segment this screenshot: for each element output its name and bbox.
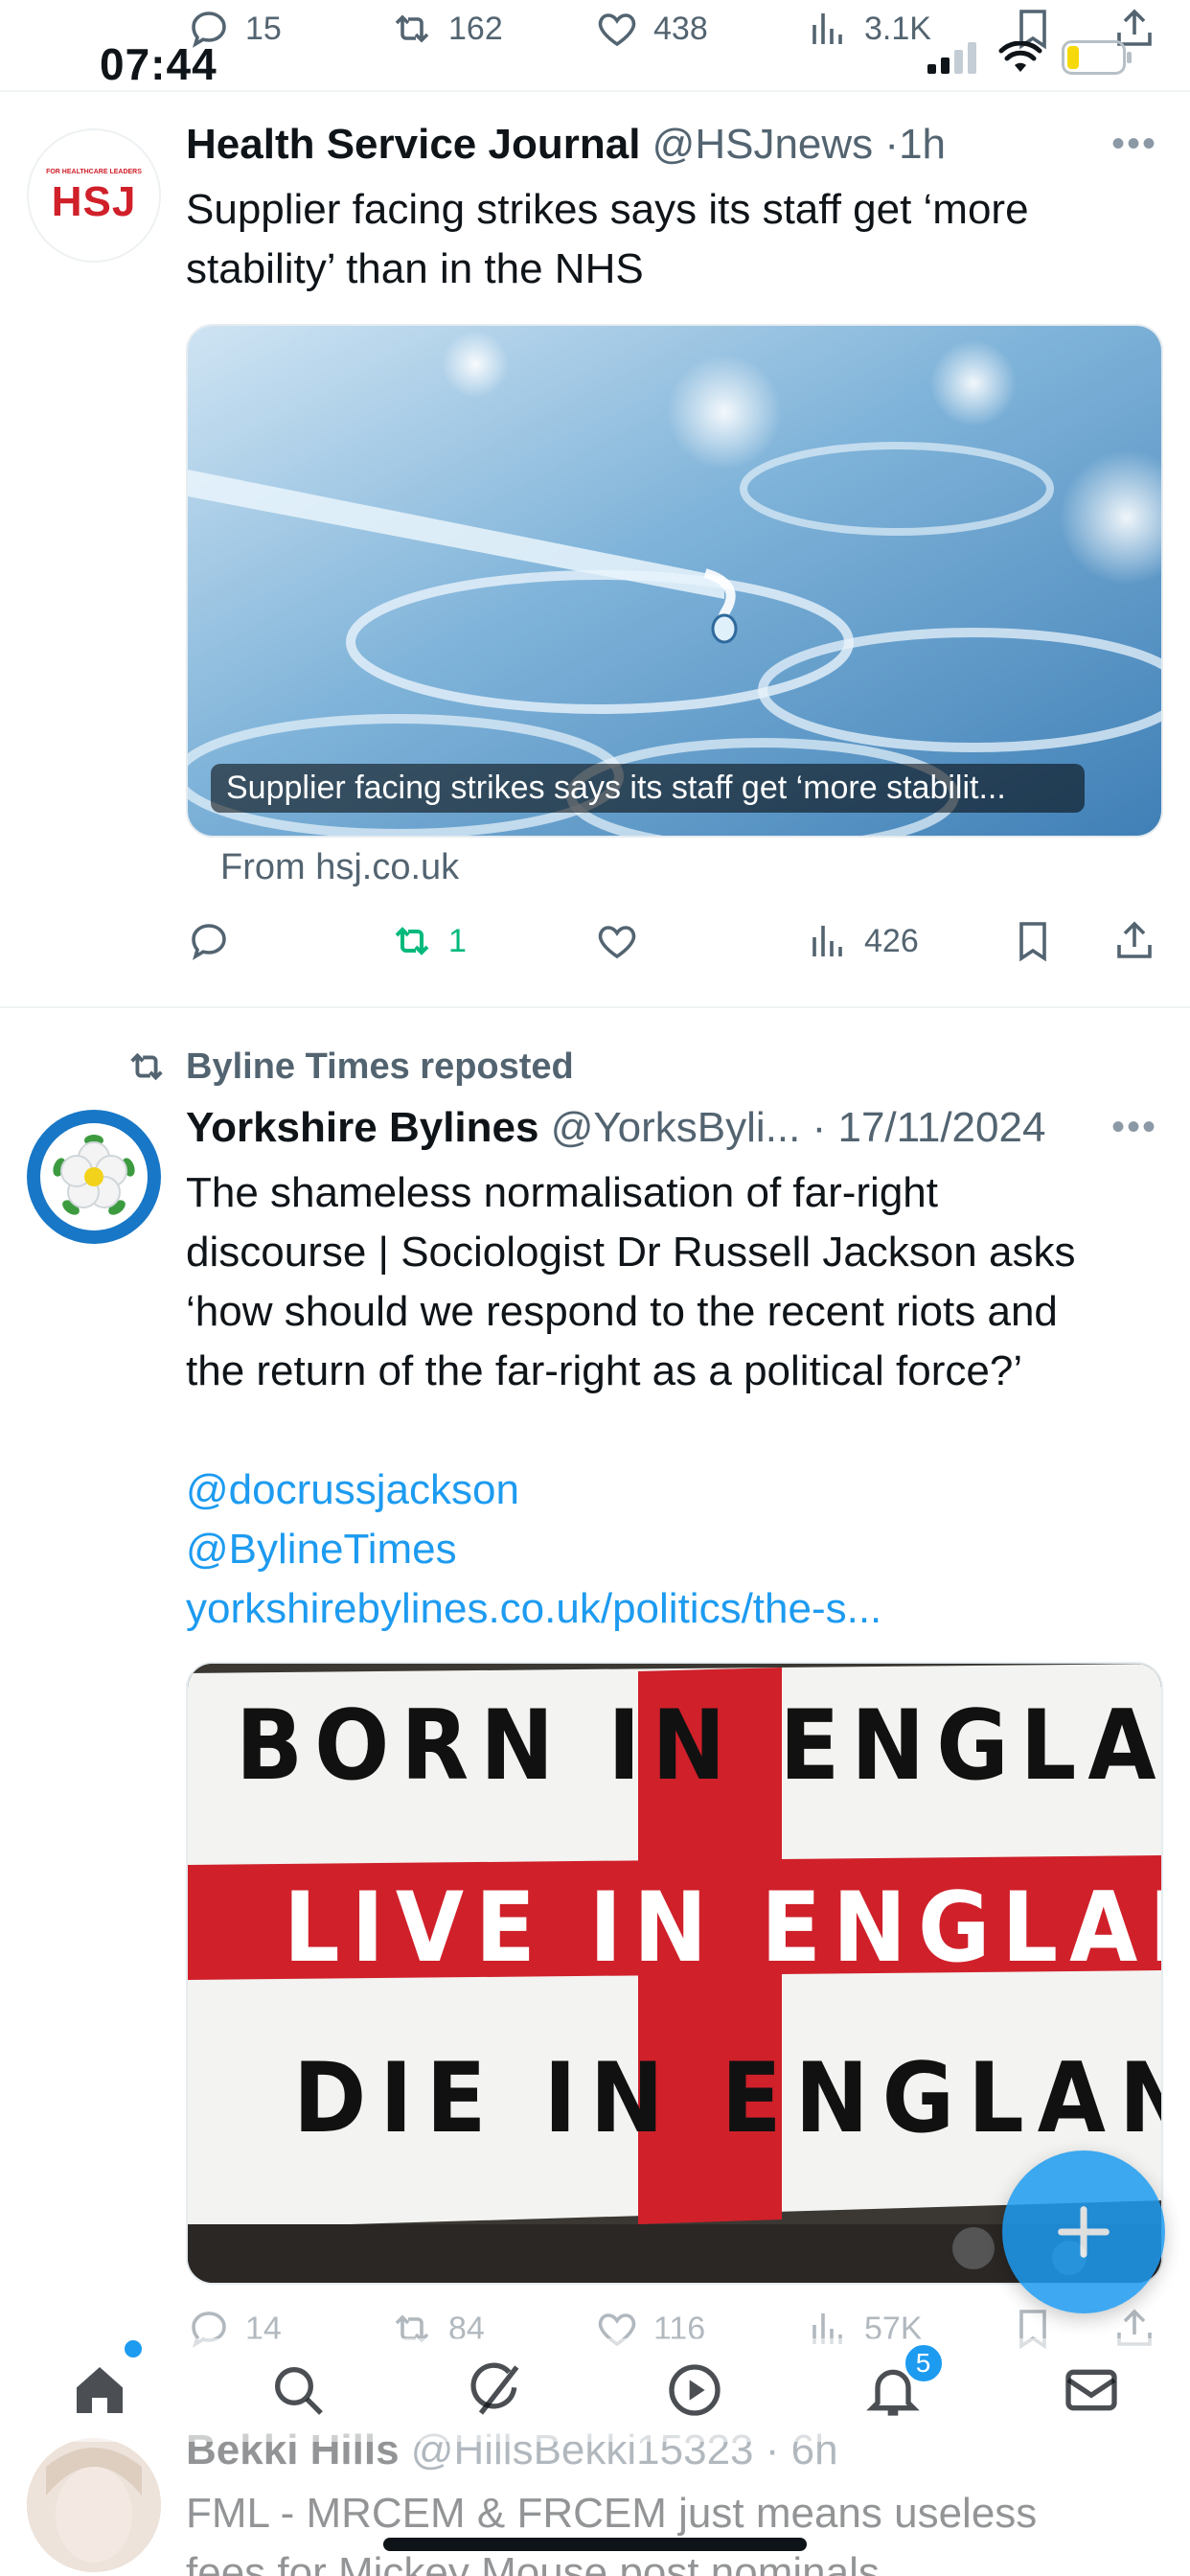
views-action[interactable]: 426: [805, 918, 919, 964]
repost-indicator[interactable]: Byline Times reposted: [125, 1045, 574, 1089]
tweet-text-line: FML - MRCEM & FRCEM just means useless: [186, 2490, 1038, 2537]
views-icon: [812, 926, 842, 956]
share-action[interactable]: [1111, 918, 1157, 964]
wifi-icon: [998, 41, 1042, 72]
grok-icon: [469, 2362, 518, 2415]
tweet-text-line: discourse | Sociologist Dr Russell Jacks…: [186, 1229, 1076, 1276]
like-action[interactable]: [594, 918, 640, 964]
mention-bylinetimes[interactable]: @BylineTimes: [186, 1520, 1152, 1579]
banner-line-1: BORN IN ENGLAND: [236, 1689, 1163, 1803]
white-rose-icon: [40, 1123, 148, 1230]
bottom-nav: 5: [0, 2338, 1190, 2442]
messages-icon: [1064, 2369, 1117, 2411]
lab-glass-image: [188, 326, 1161, 836]
avatar-hsj-subtext: FOR HEALTHCARE LEADERS: [46, 169, 142, 175]
avatar-hsj-text: HSJ: [51, 178, 137, 225]
repost-icon: [130, 1052, 163, 1081]
tweet-text-line: the return of the far-right as a politic…: [186, 1347, 1023, 1394]
mention-docrussjackson[interactable]: @docrussjackson: [186, 1460, 1152, 1520]
like-action[interactable]: 438: [594, 6, 708, 52]
divider: [0, 90, 1190, 92]
status-time: 07:44: [100, 39, 217, 89]
nav-notifications[interactable]: 5: [855, 2342, 945, 2428]
views-action[interactable]: 3.1K: [805, 6, 931, 52]
tweet-text-line: ‘how should we respond to the recent rio…: [186, 1288, 1058, 1335]
like-count: 438: [653, 10, 708, 47]
nav-video[interactable]: [656, 2352, 733, 2428]
tweet1-actions: 1 426: [186, 918, 1154, 976]
bookmark-icon: [1019, 922, 1046, 962]
repost-label: Byline Times reposted: [186, 1046, 574, 1087]
repost-icon: [395, 927, 429, 955]
tweet-header: Yorkshire Bylines @YorksByli... · 17/11/…: [186, 1104, 1152, 1152]
author-handle[interactable]: @YorksByli...: [551, 1104, 801, 1151]
home-icon: [76, 2367, 123, 2413]
tweet-text-line: The shameless normalisation of far-right: [186, 1169, 938, 1216]
battery-icon: [1062, 40, 1132, 75]
status-icons: [927, 40, 1133, 75]
repost-action[interactable]: 1: [389, 918, 467, 964]
profile-photo: [27, 2438, 161, 2572]
nav-search[interactable]: [260, 2352, 336, 2428]
reply-count: 15: [245, 10, 282, 47]
nav-grok[interactable]: [458, 2352, 535, 2428]
like-icon: [598, 13, 636, 47]
divider: [0, 1006, 1190, 1008]
share-icon: [1117, 921, 1152, 958]
bookmark-action[interactable]: [1010, 918, 1056, 964]
like-icon: [598, 926, 636, 959]
nav-messages[interactable]: [1053, 2352, 1130, 2428]
tweet-text: Supplier facing strikes says its staff g…: [186, 186, 1029, 292]
avatar-hsj[interactable]: FOR HEALTHCARE LEADERS HSJ: [27, 128, 161, 263]
article-link[interactable]: yorkshirebylines.co.uk/politics/the-s...: [186, 1579, 1152, 1639]
avatar-bekki-hills[interactable]: [27, 2438, 161, 2572]
card-caption: Supplier facing strikes says its staff g…: [211, 764, 1085, 813]
repost-count: 162: [448, 10, 503, 47]
reply-action[interactable]: [186, 918, 232, 964]
views-count: 3.1K: [864, 10, 931, 47]
video-icon: [668, 2364, 721, 2416]
reply-icon: [192, 924, 226, 960]
separator: ·: [884, 121, 900, 168]
notifications-badge: 5: [902, 2342, 945, 2384]
banner-line-3: DIE IN ENGLAND: [293, 2041, 1161, 2155]
separator: ·: [800, 1104, 838, 1151]
repost-count: 1: [448, 922, 467, 959]
link-source[interactable]: From hsj.co.uk: [220, 847, 459, 888]
home-indicator: [383, 2538, 807, 2551]
more-options-icon[interactable]: •••: [1111, 123, 1157, 166]
tweet-time: 1h: [899, 121, 947, 168]
search-icon: [274, 2367, 323, 2415]
views-count: 426: [864, 922, 919, 959]
author-name[interactable]: Health Service Journal: [186, 121, 640, 168]
nav-home[interactable]: [61, 2340, 142, 2428]
link-card-image[interactable]: Supplier facing strikes says its staff g…: [186, 324, 1163, 838]
views-icon: [812, 13, 842, 44]
tweet-text: The shameless normalisation of far-right…: [186, 1163, 1152, 1639]
tweet-text: FML - MRCEM & FRCEM just means useless f…: [186, 2484, 1152, 2576]
more-options-icon[interactable]: •••: [1111, 1106, 1157, 1149]
unread-dot: [124, 2340, 142, 2358]
repost-action[interactable]: 162: [389, 6, 503, 52]
compose-plus-icon: [1058, 2206, 1110, 2258]
author-name[interactable]: Yorkshire Bylines: [186, 1104, 538, 1151]
banner-line-2: LIVE IN ENGLAND: [284, 1871, 1161, 1985]
author-handle[interactable]: @HSJnews: [652, 121, 874, 168]
avatar-yorkshire-bylines[interactable]: [27, 1110, 161, 1244]
signal-icon: [927, 42, 976, 74]
compose-post-button[interactable]: [1002, 2150, 1165, 2313]
tweet-time: 17/11/2024: [837, 1104, 1046, 1151]
repost-icon: [395, 14, 429, 43]
tweet-header: Health Service Journal @HSJnews ·1h: [186, 121, 1152, 169]
